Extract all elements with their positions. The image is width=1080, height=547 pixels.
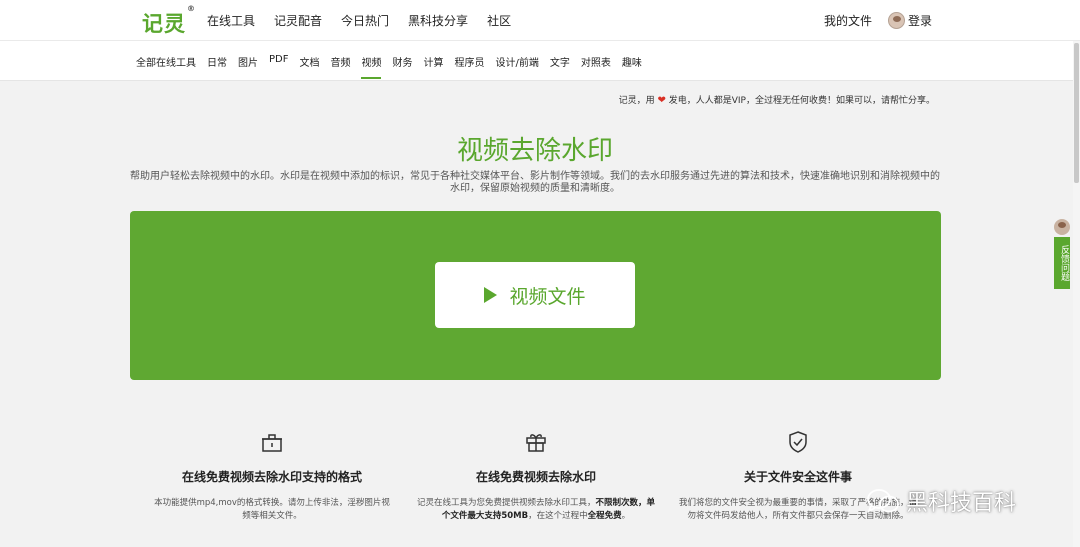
- nav-community[interactable]: 社区: [487, 12, 511, 29]
- watermark-text: 黑科技百科: [906, 491, 1017, 516]
- feedback-avatar: [1054, 219, 1070, 235]
- feature-free-text-c: ，在这个过程中: [528, 511, 588, 521]
- top-header: 记灵® 在线工具 记灵配音 今日热门 黑科技分享 社区 我的文件 登录: [0, 0, 1080, 41]
- nav-tech-share[interactable]: 黑科技分享: [408, 12, 468, 29]
- feature-free-all: 全程免费: [587, 511, 622, 521]
- category-design[interactable]: 设计/前端: [495, 54, 538, 79]
- page-title: 视频去除水印: [456, 136, 613, 166]
- nav-online-tools[interactable]: 在线工具: [207, 12, 255, 29]
- category-fun[interactable]: 趣味: [622, 54, 642, 79]
- category-audio[interactable]: 音频: [330, 54, 350, 79]
- tagline-before: 记灵，用: [618, 96, 655, 106]
- heart-icon: ❤: [657, 95, 666, 106]
- feature-free-text: 记灵在线工具为您免费提供视频去除水印工具，不限制次数，单个文件最大支持50MB，…: [416, 497, 656, 523]
- select-video-label: 视频文件: [509, 285, 586, 308]
- login-link[interactable]: 登录: [908, 12, 932, 29]
- category-document[interactable]: 文档: [299, 54, 319, 79]
- box-icon: [262, 434, 282, 452]
- category-pdf[interactable]: PDF: [269, 54, 288, 79]
- category-reference[interactable]: 对照表: [581, 54, 611, 79]
- nav-voice[interactable]: 记灵配音: [274, 12, 322, 29]
- category-finance[interactable]: 财务: [392, 54, 412, 79]
- feature-security-title: 关于文件安全这件事: [743, 470, 852, 484]
- category-video[interactable]: 视频: [361, 54, 382, 79]
- logo[interactable]: 记灵®: [142, 4, 195, 38]
- feedback-tab[interactable]: 反馈问题: [1054, 219, 1070, 289]
- feature-formats: 在线免费视频去除水印支持的格式 本功能提供mp4,mov的格式转换。请勿上传非法…: [152, 430, 392, 523]
- feature-free-text-a: 记灵在线工具为您免费提供视频去除水印工具，: [416, 498, 596, 508]
- category-all[interactable]: 全部在线工具: [136, 54, 196, 79]
- my-files-link[interactable]: 我的文件: [824, 12, 872, 29]
- feature-free: 在线免费视频去除水印 记灵在线工具为您免费提供视频去除水印工具，不限制次数，单个…: [416, 430, 656, 523]
- tagline: 记灵，用 ❤ 发电，人人都是VIP，全过程无任何收费！如果可以，请帮忙分享。: [619, 93, 935, 106]
- category-calc[interactable]: 计算: [423, 54, 443, 79]
- category-programmer[interactable]: 程序员: [454, 54, 484, 79]
- wechat-icon: [867, 489, 899, 513]
- play-icon: [484, 287, 498, 303]
- category-text[interactable]: 文字: [550, 54, 570, 79]
- feedback-label: 反馈问题: [1054, 237, 1070, 289]
- main-nav: 在线工具 记灵配音 今日热门 黑科技分享 社区: [207, 12, 511, 29]
- tagline-after: 发电，人人都是VIP，全过程无任何收费！如果可以，请帮忙分享。: [668, 96, 935, 106]
- shield-check-icon: [789, 431, 807, 453]
- upload-dropzone[interactable]: 视频文件: [130, 211, 941, 380]
- registered-mark: ®: [187, 4, 196, 13]
- feature-formats-title: 在线免费视频去除水印支持的格式: [181, 470, 362, 484]
- scrollbar[interactable]: [1073, 41, 1080, 547]
- scrollbar-thumb[interactable]: [1074, 43, 1079, 183]
- avatar[interactable]: [888, 12, 905, 29]
- watermark: 黑科技百科: [866, 485, 1016, 517]
- feature-free-text-e: 。: [621, 511, 631, 521]
- page-description: 帮助用户轻松去除视频中的水印。水印是在视频中添加的标识，常见于各种社交媒体平台、…: [130, 171, 940, 194]
- category-image[interactable]: 图片: [238, 54, 258, 79]
- logo-text: 记灵: [142, 12, 186, 36]
- feature-formats-text: 本功能提供mp4,mov的格式转换。请勿上传非法，淫秽图片视频等相关文件。: [154, 498, 390, 521]
- select-video-button[interactable]: 视频文件: [435, 262, 635, 328]
- category-daily[interactable]: 日常: [207, 54, 227, 79]
- nav-today-hot[interactable]: 今日热门: [341, 12, 389, 29]
- category-nav: 全部在线工具 日常 图片 PDF 文档 音频 视频 财务 计算 程序员 设计/前…: [0, 41, 1080, 81]
- feature-free-title: 在线免费视频去除水印: [475, 470, 596, 484]
- gift-icon: [526, 434, 546, 452]
